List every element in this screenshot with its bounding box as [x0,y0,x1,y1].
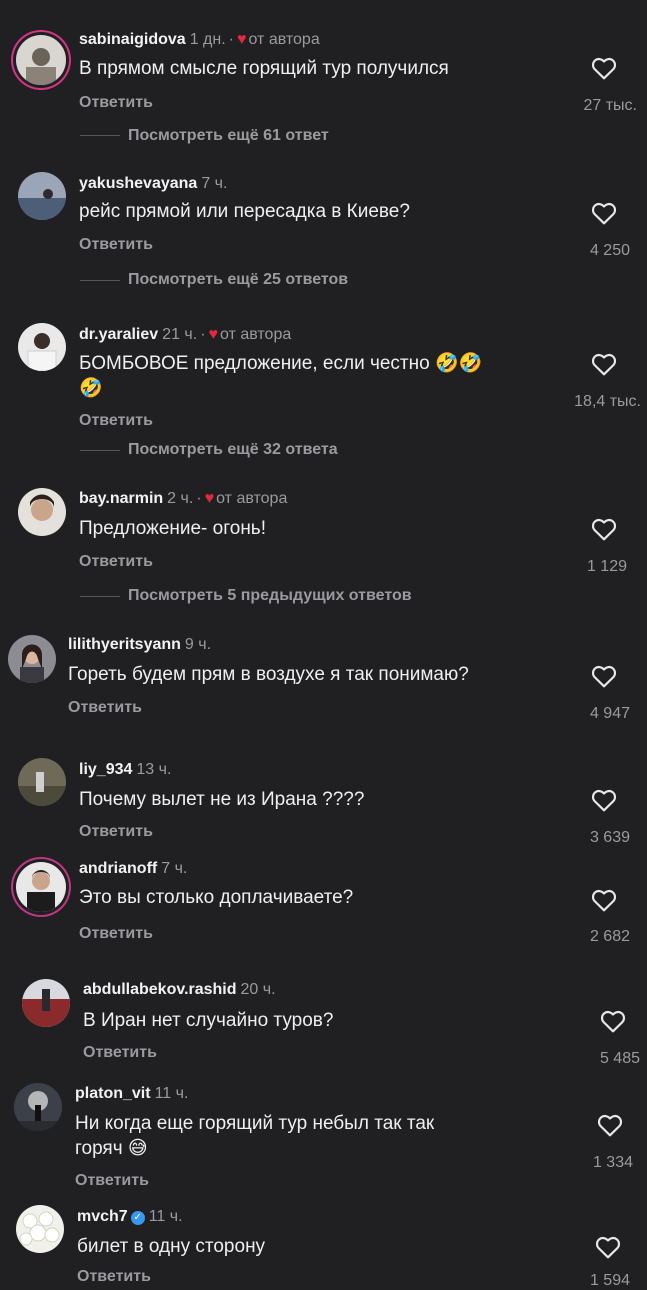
heart-icon[interactable] [591,664,617,688]
comment-meta: liy_934 13 ч. [79,761,171,779]
like-count: 4 250 [589,242,630,259]
comment-meta: abdullabekov.rashid 20 ч. [83,981,276,999]
username[interactable]: liy_934 [79,761,132,778]
heart-icon[interactable] [595,1235,621,1259]
comment-text: рейс прямой или пересадка в Киеве? [79,201,410,222]
like-count: 18,4 тыс. [574,393,641,410]
timestamp: 1 дн. [189,31,226,48]
comment-meta: mvch7 ✓ 11 ч. [77,1208,183,1226]
author-heart-icon: ♥ [204,490,215,507]
timestamp: 7 ч. [201,175,228,192]
reply-button[interactable]: Ответить [79,823,153,841]
username[interactable]: mvch7 [77,1208,128,1225]
reply-button[interactable]: Ответить [79,553,153,571]
comment-meta: sabinaigidova 1 дн. · ♥ от автора [79,31,320,48]
heart-icon[interactable] [591,352,617,376]
timestamp: 20 ч. [240,981,276,998]
view-more-replies[interactable]: Посмотреть ещё 25 ответов [128,271,348,289]
timestamp: 9 ч. [184,636,212,653]
heart-icon[interactable] [591,201,617,225]
comment-text-line2: 🤣 [79,378,103,399]
divider [80,280,120,281]
author-heart-icon: ♥ [237,31,247,48]
heart-icon[interactable] [600,1009,626,1033]
reply-button[interactable]: Ответить [77,1268,151,1286]
view-more-replies[interactable]: Посмотреть 5 предыдущих ответов [128,587,412,605]
reply-button[interactable]: Ответить [79,412,153,430]
avatar[interactable] [16,862,66,912]
divider [80,450,120,451]
comment-text: В прямом смысле горящий тур получился [79,58,449,79]
comment-text: Предложение- огонь! [79,518,266,539]
like-count: 4 947 [589,705,630,722]
avatar[interactable] [18,323,66,371]
like-count: 3 639 [589,829,630,846]
heart-icon[interactable] [591,788,617,812]
timestamp: 7 ч. [161,860,188,877]
comment-meta: lilithyeritsyann 9 ч. [68,636,211,654]
username[interactable]: bay.narmin [79,490,163,507]
avatar[interactable] [16,35,66,85]
like-count: 2 682 [589,928,630,945]
username[interactable]: sabinaigidova [79,31,186,48]
reply-button[interactable]: Ответить [79,925,153,943]
reply-button[interactable]: Ответить [75,1172,149,1190]
like-count: 1 129 [586,558,627,575]
comment-text: билет в одну сторону [77,1236,266,1257]
username[interactable]: abdullabekov.rashid [83,981,237,998]
author-label: от автора [220,326,292,343]
timestamp: 21 ч. [162,326,198,343]
comment-text: Ни когда еще горящий тур небыл так так [75,1113,435,1134]
comment-text: Гореть будем прям в воздухе я так понима… [68,664,469,685]
author-label: от автора [248,31,320,48]
avatar[interactable] [18,488,66,536]
reply-button[interactable]: Ответить [79,94,153,112]
comment-meta: andrianoff 7 ч. [79,860,187,878]
author-heart-icon: ♥ [208,326,219,343]
like-count: 1 594 [589,1272,630,1289]
avatar[interactable] [18,758,66,806]
username[interactable]: lilithyeritsyann [68,636,181,653]
view-more-replies[interactable]: Посмотреть ещё 61 ответ [128,127,329,145]
divider [80,135,120,136]
heart-icon[interactable] [591,888,617,912]
comment-meta: bay.narmin 2 ч. · ♥ от автора [79,490,288,507]
like-count: 27 тыс. [583,97,637,114]
comment-meta: platon_vit 11 ч. [75,1085,188,1103]
divider [80,596,120,597]
view-more-replies[interactable]: Посмотреть ещё 32 ответа [128,441,338,459]
comment-text: В Иран нет случайно туров? [83,1010,334,1031]
username[interactable]: dr.yaraliev [79,326,158,343]
username[interactable]: yakushevayana [79,175,197,192]
author-label: от автора [216,490,288,507]
avatar[interactable] [8,635,56,683]
username[interactable]: andrianoff [79,860,157,877]
comment-meta: dr.yaraliev 21 ч. · ♥ от автора [79,326,292,343]
comment-meta: yakushevayana 7 ч. [79,175,227,193]
comment-text: БОМБОВОЕ предложение, если честно 🤣🤣 [79,353,483,374]
avatar[interactable] [22,979,70,1027]
verified-badge-icon: ✓ [130,1211,145,1225]
avatar[interactable] [18,172,66,220]
comment-text: Это вы столько доплачиваете? [79,887,354,908]
timestamp: 11 ч. [154,1085,189,1102]
username[interactable]: platon_vit [75,1085,151,1102]
heart-icon[interactable] [591,56,617,80]
avatar[interactable] [14,1083,62,1131]
timestamp: 13 ч. [136,761,172,778]
timestamp: 11 ч. [148,1208,183,1225]
heart-icon[interactable] [591,517,617,541]
comment-text-line2: горяч 😅 [75,1138,148,1159]
reply-button[interactable]: Ответить [68,699,142,717]
timestamp: 2 ч. [167,490,194,507]
heart-icon[interactable] [597,1113,623,1137]
reply-button[interactable]: Ответить [79,236,153,254]
reply-button[interactable]: Ответить [83,1044,157,1062]
like-count: 5 485 [599,1050,640,1067]
avatar[interactable] [16,1205,64,1253]
comment-text: Почему вылет не из Ирана ???? [79,789,365,810]
like-count: 1 334 [592,1154,633,1171]
